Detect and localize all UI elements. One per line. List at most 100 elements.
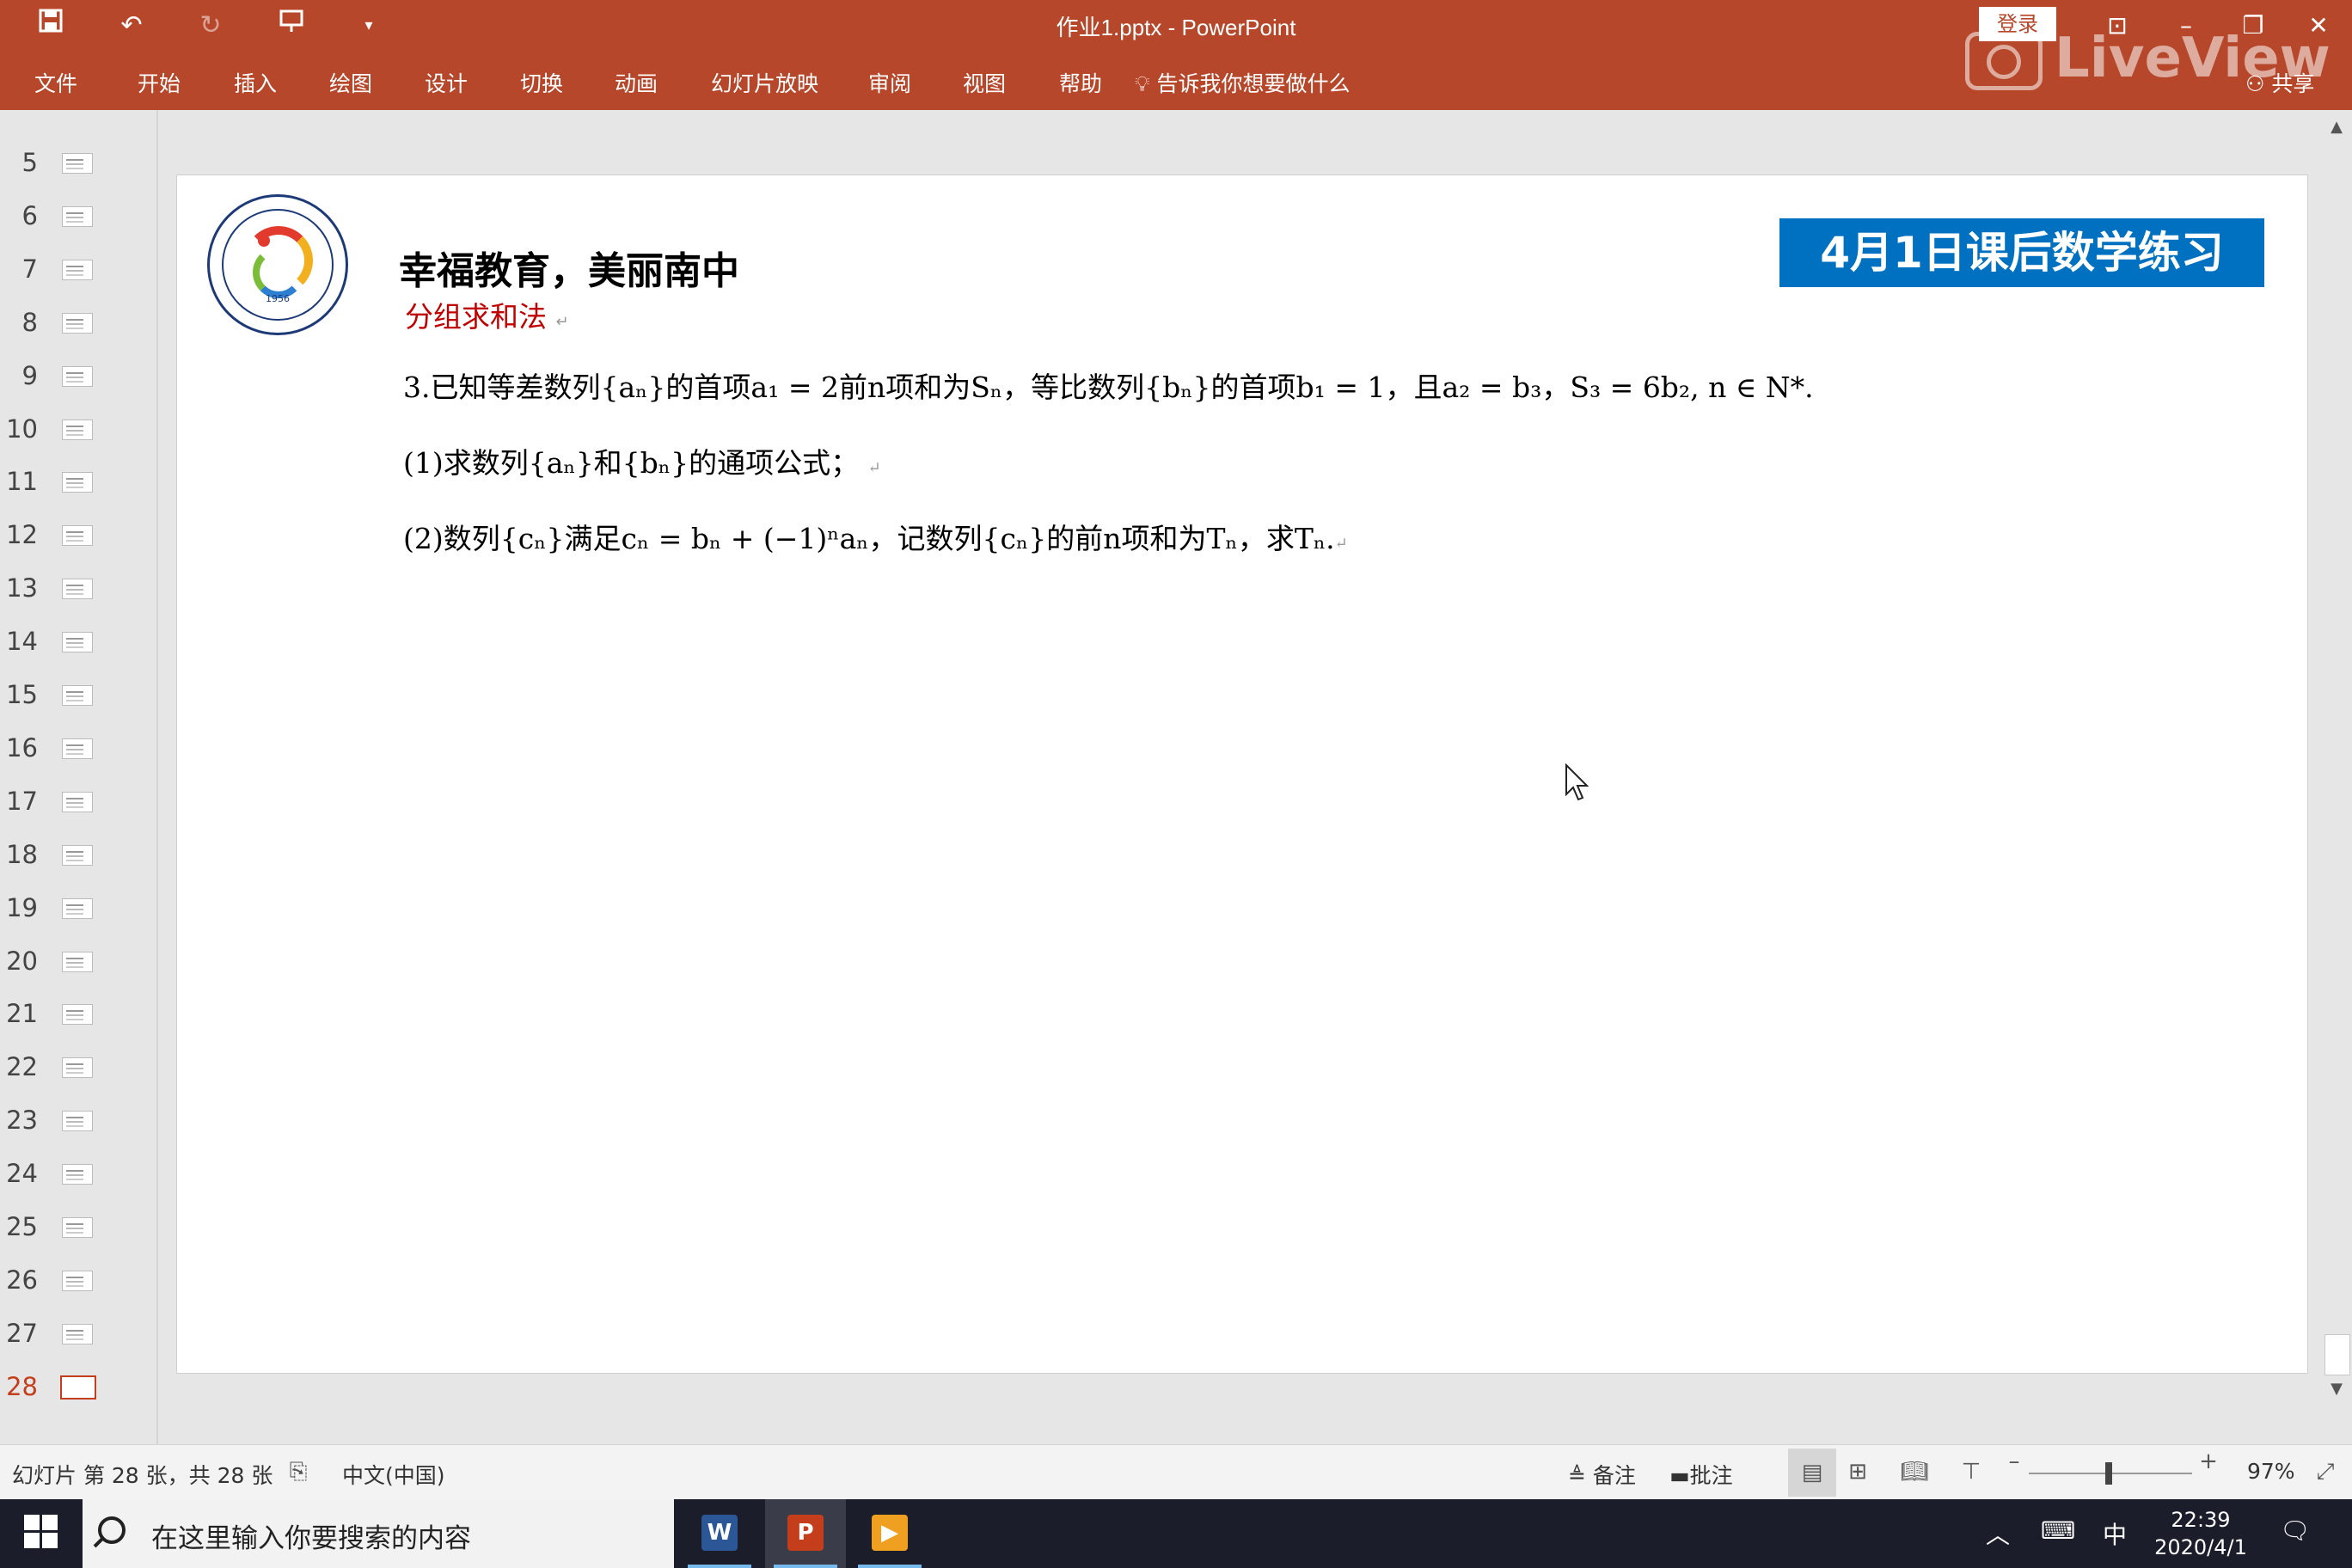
vertical-scrollbar[interactable]: ▲ ▼	[2321, 110, 2352, 1444]
thumbnail-preview	[60, 1375, 96, 1400]
tab-help[interactable]: 帮助	[1059, 67, 1102, 101]
slide-thumbnail[interactable]: 22	[0, 1049, 156, 1087]
tell-me-search[interactable]: 💡︎ 告诉我你想要做什么	[1135, 67, 1350, 101]
notes-icon: ≜	[1568, 1463, 1586, 1488]
slide-thumbnail[interactable]: 15	[0, 677, 156, 714]
slide-thumbnail[interactable]: 21	[0, 995, 156, 1033]
thumbnail-number: 17	[6, 786, 38, 816]
zoom-slider-thumb[interactable]	[2105, 1462, 2112, 1485]
slide-thumbnail[interactable]: 16	[0, 730, 156, 768]
tab-review[interactable]: 审阅	[868, 67, 911, 101]
show-hidden-icons[interactable]: ︿	[1986, 1516, 2010, 1551]
slideshow-icon[interactable]: ⊤	[1957, 1459, 1986, 1485]
thumbnail-preview	[62, 791, 93, 812]
tab-design[interactable]: 设计	[425, 67, 468, 101]
keyboard-icon[interactable]: ⌨	[2041, 1516, 2075, 1545]
slide-thumbnail[interactable]: 19	[0, 890, 156, 928]
question-line-2[interactable]: (1)求数列{aₙ}和{bₙ}的通项公式； ↵	[403, 440, 881, 481]
slide-thumbnail[interactable]: 20	[0, 943, 156, 981]
language-indicator[interactable]: 中文(中国)	[342, 1459, 445, 1490]
slide-thumbnail[interactable]: 5	[0, 144, 156, 182]
windows-start-icon[interactable]	[24, 1515, 58, 1549]
share-button[interactable]: ⚇ 共享	[2245, 67, 2314, 101]
word-app[interactable]: W	[679, 1499, 760, 1568]
thumbnail-preview	[62, 1057, 93, 1079]
slide-thumbnail[interactable]: 14	[0, 623, 156, 661]
slide-thumbnail[interactable]: 17	[0, 783, 156, 821]
slide-thumbnail[interactable]: 27	[0, 1315, 156, 1353]
scrollbar-thumb[interactable]	[2324, 1334, 2350, 1375]
slide-canvas[interactable]: 1956 幸福教育，美丽南中 分组求和法 ↵ 4月1日课后数学练习 3.已知等差…	[176, 175, 2308, 1374]
slide-thumbnail[interactable]: 13	[0, 570, 156, 608]
zoom-out-icon[interactable]: –	[2000, 1449, 2029, 1474]
restore-icon[interactable]: ❐	[2223, 7, 2283, 45]
slide-thumbnail[interactable]: 9	[0, 358, 156, 395]
slide-thumbnail[interactable]: 7	[0, 251, 156, 289]
spellcheck-icon[interactable]: ⎘	[284, 1459, 313, 1485]
notes-button[interactable]: ≜ 备注	[1568, 1459, 1636, 1490]
date-banner[interactable]: 4月1日课后数学练习	[1779, 218, 2264, 287]
paragraph-mark-icon: ↵	[555, 313, 569, 331]
thumbnail-preview	[62, 1270, 93, 1291]
slide-thumbnail[interactable]: 10	[0, 411, 156, 449]
video-camera-icon: ▶	[872, 1515, 908, 1551]
thumbnail-number: 14	[6, 627, 38, 657]
clock-time: 22:39	[2171, 1508, 2231, 1532]
ribbon-display-icon[interactable]: ⊡	[2087, 7, 2147, 45]
tab-transitions[interactable]: 切换	[520, 67, 563, 101]
tab-animations[interactable]: 动画	[615, 67, 658, 101]
tab-file[interactable]: 文件	[34, 67, 77, 101]
ime-indicator[interactable]: 中	[2103, 1516, 2127, 1551]
thumbnail-number: 8	[21, 307, 38, 337]
camera-app[interactable]: ▶	[849, 1499, 930, 1568]
slide-sorter-icon[interactable]: ⊞	[1843, 1459, 1872, 1485]
slide-heading[interactable]: 幸福教育，美丽南中	[399, 240, 739, 295]
notification-icon[interactable]: 🗨︎	[2280, 1516, 2311, 1545]
thumbnail-number: 15	[6, 680, 38, 709]
question-line-3[interactable]: (2)数列{cₙ}满足cₙ = bₙ + (−1)ⁿaₙ，记数列{cₙ}的前n项…	[403, 516, 1348, 557]
share-label: 共享	[2271, 71, 2315, 96]
slide-thumbnail[interactable]: 23	[0, 1102, 156, 1140]
reading-view-icon[interactable]: 📖︎	[1900, 1459, 1929, 1485]
normal-view-icon[interactable]: ▤	[1788, 1449, 1836, 1497]
thumbnail-preview	[62, 1217, 93, 1238]
tab-slideshow[interactable]: 幻灯片放映	[711, 67, 818, 101]
slide-subheading[interactable]: 分组求和法 ↵	[405, 294, 569, 335]
zoom-in-icon[interactable]: +	[2194, 1449, 2223, 1474]
powerpoint-app[interactable]: P	[765, 1499, 846, 1568]
thumbnail-number: 10	[6, 413, 38, 444]
search-icon	[98, 1516, 126, 1544]
minimize-icon[interactable]: –	[2156, 7, 2216, 45]
tab-home[interactable]: 开始	[138, 67, 181, 101]
taskbar-search-box[interactable]: 在这里输入你要搜索的内容	[83, 1499, 674, 1568]
slide-thumbnail-pane[interactable]: 5 6 7 8 9 10 11 12 13 14 15 16 17 18 19 20 21 22 23 24 25 26 2…	[0, 110, 158, 1444]
slide-thumbnail[interactable]: 28	[0, 1369, 156, 1406]
thumbnail-number: 21	[6, 999, 38, 1029]
person-icon: ⚇	[2245, 71, 2265, 96]
pane-divider[interactable]	[156, 110, 158, 1444]
login-button[interactable]: 登录	[1979, 7, 2056, 41]
thumbnail-number: 20	[6, 946, 38, 976]
slide-thumbnail[interactable]: 12	[0, 517, 156, 554]
comments-button[interactable]: ▬批注	[1669, 1459, 1733, 1490]
slide-thumbnail[interactable]: 26	[0, 1262, 156, 1300]
close-icon[interactable]: ✕	[2288, 7, 2349, 45]
scroll-down-icon[interactable]: ▼	[2326, 1379, 2347, 1400]
system-clock[interactable]: 22:39 2020/4/1	[2141, 1506, 2261, 1561]
slide-thumbnail[interactable]: 6	[0, 198, 156, 236]
fit-slide-icon[interactable]: ⤢	[2311, 1459, 2340, 1485]
slide-thumbnail[interactable]: 8	[0, 304, 156, 342]
thumbnail-preview	[62, 312, 93, 334]
scroll-up-icon[interactable]: ▲	[2326, 117, 2347, 138]
slide-thumbnail[interactable]: 11	[0, 463, 156, 501]
thumbnail-number: 19	[6, 892, 38, 922]
thumbnail-number: 11	[6, 467, 38, 497]
slide-thumbnail[interactable]: 24	[0, 1155, 156, 1193]
tab-view[interactable]: 视图	[963, 67, 1006, 101]
slide-thumbnail[interactable]: 25	[0, 1209, 156, 1246]
zoom-level[interactable]: 97%	[2247, 1459, 2295, 1484]
tab-insert[interactable]: 插入	[234, 67, 277, 101]
slide-thumbnail[interactable]: 18	[0, 836, 156, 874]
question-line-1[interactable]: 3.已知等差数列{aₙ}的首项a₁ = 2前n项和为Sₙ，等比数列{bₙ}的首项…	[403, 364, 1814, 406]
tab-draw[interactable]: 绘图	[329, 67, 372, 101]
